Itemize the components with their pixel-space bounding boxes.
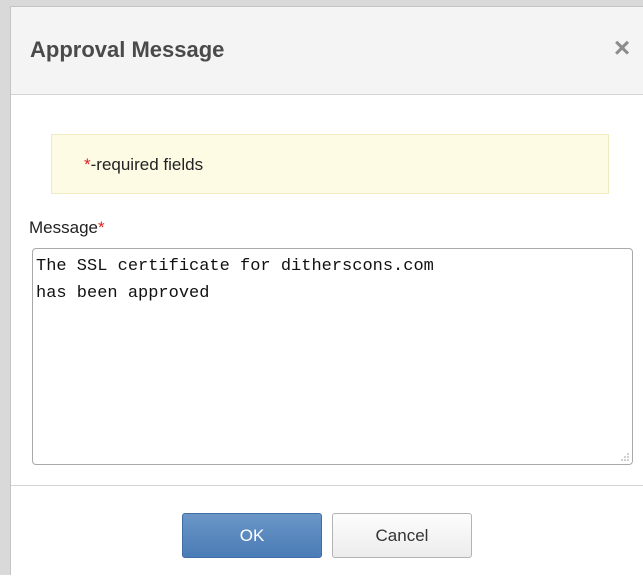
dialog-header: Approval Message × [11,7,643,95]
approval-message-dialog: Approval Message × *-required fields Mes… [10,6,643,576]
message-field-container: The SSL certificate for ditherscons.com … [32,248,633,465]
required-fields-text: *-required fields [84,155,203,175]
required-asterisk: * [84,155,91,174]
ok-button[interactable]: OK [182,513,322,558]
required-fields-label: -required fields [90,155,204,174]
message-label-text: Message [29,218,98,237]
dialog-footer: OK Cancel [11,486,643,576]
dialog-title: Approval Message [30,37,225,62]
message-textarea[interactable]: The SSL certificate for ditherscons.com … [33,249,632,464]
close-icon[interactable]: × [609,34,635,62]
required-fields-notice: *-required fields [51,134,609,194]
message-required-asterisk: * [97,218,105,237]
message-label: Message* [29,218,105,238]
cancel-button[interactable]: Cancel [332,513,472,558]
resize-grip-icon[interactable] [619,451,629,461]
